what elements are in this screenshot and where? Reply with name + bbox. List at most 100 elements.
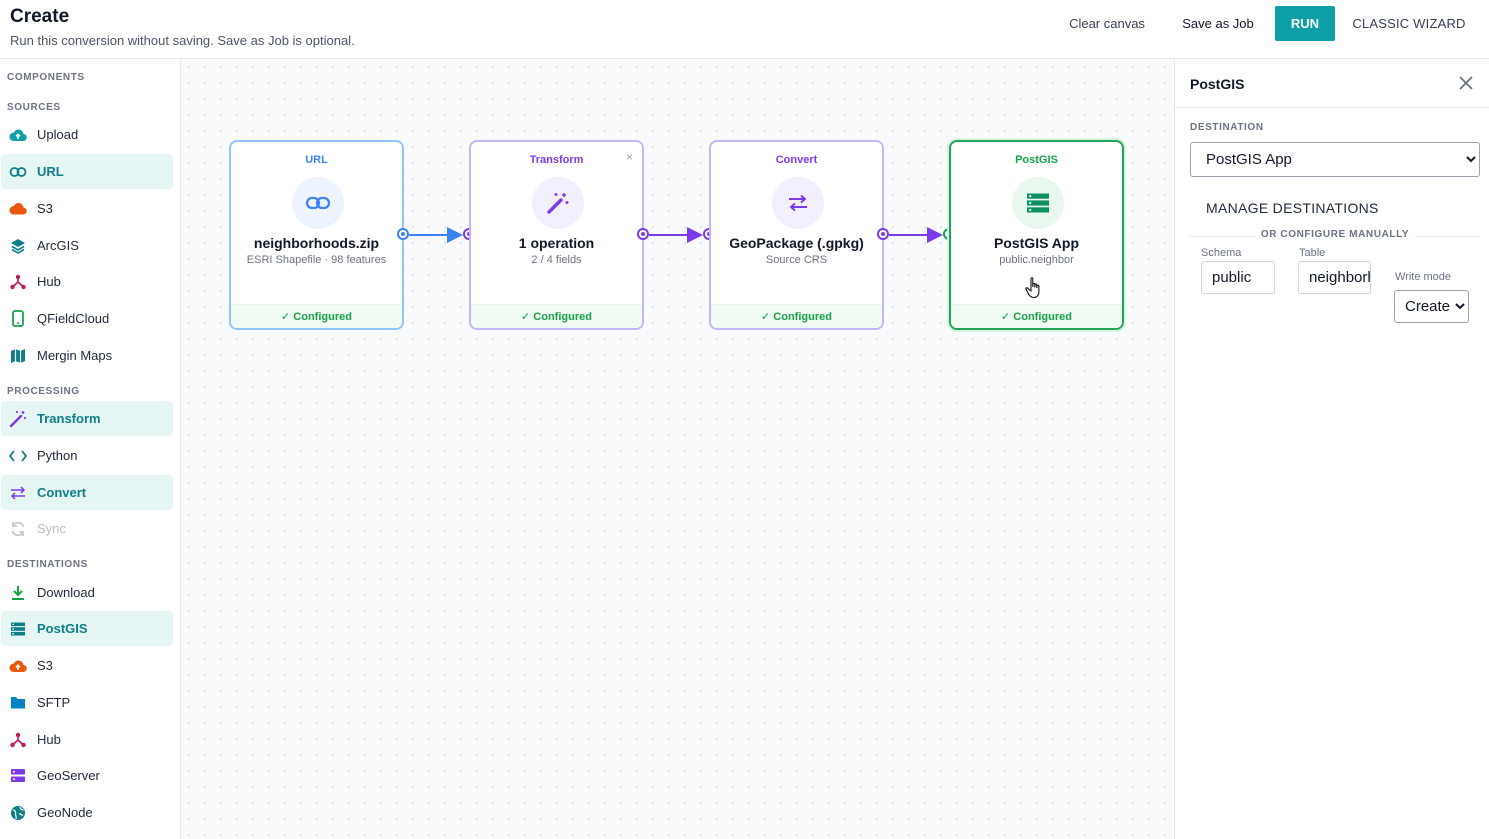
sidebar-item-s3-destination[interactable]: S3 — [1, 648, 173, 683]
sidebar-item-hub-destination[interactable]: Hub — [1, 722, 173, 757]
write-mode-label: Write mode — [1395, 271, 1452, 283]
cloud-upload-icon — [9, 657, 27, 675]
sources-heading: SOURCES — [7, 102, 61, 113]
table-input[interactable] — [1298, 261, 1371, 294]
node-kind: URL — [305, 154, 328, 166]
clear-canvas-button[interactable]: Clear canvas — [1058, 6, 1156, 41]
destinations-heading: DESTINATIONS — [7, 559, 88, 570]
sidebar-item-arcgis[interactable]: ArcGIS — [1, 228, 173, 263]
sidebar-item-label: SFTP — [37, 695, 71, 710]
manage-destinations-button[interactable]: MANAGE DESTINATIONS — [1206, 200, 1379, 216]
run-button[interactable]: RUN — [1275, 6, 1335, 41]
output-port[interactable] — [397, 228, 409, 240]
node-status: ✓ Configured — [711, 304, 882, 328]
node-config-panel: PostGIS DESTINATION PostGIS App MANAGE D… — [1174, 59, 1489, 839]
node-status: ✓ Configured — [951, 304, 1122, 328]
node-title: GeoPackage (.gpkg) — [729, 235, 864, 251]
pipeline-canvas[interactable]: URL neighborhoods.zip ESRI Shapefile · 9… — [181, 59, 1174, 839]
node-kind: PostGIS — [1015, 154, 1058, 166]
node-kind: Transform — [529, 154, 584, 166]
sidebar-item-label: Hub — [37, 732, 61, 747]
top-header: Create Run this conversion without savin… — [0, 0, 1489, 59]
destination-select[interactable]: PostGIS App — [1190, 142, 1480, 177]
sidebar-item-geoserver[interactable]: GeoServer — [1, 758, 173, 793]
hub-icon — [9, 731, 27, 749]
node-subtitle: Source CRS — [765, 254, 828, 266]
components-sidebar: COMPONENTS SOURCES Upload URL S3 ArcGIS … — [0, 59, 181, 839]
table-label: Table — [1299, 247, 1326, 259]
node-transform[interactable]: Transform × 1 operation 2 / 4 fields ✓ C… — [469, 140, 644, 330]
node-title: PostGIS App — [993, 235, 1080, 251]
configure-manually-heading: OR CONFIGURE MANUALLY — [1175, 229, 1489, 240]
output-port[interactable] — [877, 228, 889, 240]
sidebar-item-label: S3 — [37, 658, 53, 673]
node-subtitle: ESRI Shapefile · 98 features — [246, 254, 387, 266]
output-port[interactable] — [637, 228, 649, 240]
cloud-icon — [9, 200, 27, 218]
sidebar-item-url[interactable]: URL — [1, 154, 173, 189]
magic-wand-icon — [9, 410, 27, 428]
map-icon — [9, 347, 27, 365]
cloud-upload-icon — [9, 126, 27, 144]
sidebar-item-label: GeoServer — [37, 768, 100, 783]
layers-icon — [9, 237, 27, 255]
sidebar-item-python[interactable]: Python — [1, 438, 173, 473]
link-icon — [9, 163, 27, 181]
swap-icon — [772, 177, 824, 229]
panel-title: PostGIS — [1190, 76, 1245, 92]
sidebar-item-hub[interactable]: Hub — [1, 264, 173, 299]
page-subtitle: Run this conversion without saving. Save… — [10, 33, 355, 48]
destination-label: DESTINATION — [1190, 122, 1264, 133]
save-as-job-button[interactable]: Save as Job — [1170, 6, 1266, 41]
sidebar-item-label: PostGIS — [37, 621, 88, 636]
node-status: ✓ Configured — [471, 304, 642, 328]
node-title: neighborhoods.zip — [253, 235, 380, 251]
swap-icon — [9, 484, 27, 502]
node-subtitle: public.neighbor — [999, 254, 1074, 266]
hub-icon — [9, 273, 27, 291]
schema-input[interactable] — [1201, 261, 1275, 294]
sidebar-item-label: GeoNode — [37, 805, 93, 820]
sync-icon — [9, 520, 27, 538]
sidebar-item-s3[interactable]: S3 — [1, 191, 173, 226]
sidebar-item-geonode[interactable]: GeoNode — [1, 795, 173, 830]
sidebar-item-label: Transform — [37, 411, 101, 426]
sidebar-item-sftp[interactable]: SFTP — [1, 685, 173, 720]
sidebar-item-transform[interactable]: Transform — [1, 401, 173, 436]
link-icon — [292, 177, 344, 229]
sidebar-item-label: URL — [37, 164, 64, 179]
sidebar-item-postgis[interactable]: PostGIS — [1, 611, 173, 646]
sidebar-item-mergin-maps[interactable]: Mergin Maps — [1, 338, 173, 373]
page-title: Create — [10, 6, 70, 27]
sidebar-item-label: Mergin Maps — [37, 348, 113, 363]
sidebar-item-label: Sync — [37, 521, 66, 536]
database-icon — [9, 620, 27, 638]
sidebar-item-upload[interactable]: Upload — [1, 117, 173, 152]
sidebar-item-label: QFieldCloud — [37, 311, 110, 326]
sidebar-item-sync: Sync — [1, 511, 173, 546]
database-icon — [1012, 177, 1064, 229]
sidebar-item-convert[interactable]: Convert — [1, 475, 173, 510]
panel-divider — [1175, 107, 1489, 108]
globe-icon — [9, 804, 27, 822]
node-postgis-destination[interactable]: PostGIS PostGIS App public.neighbor ✓ Co… — [949, 140, 1124, 330]
close-icon[interactable]: × — [626, 150, 633, 164]
node-subtitle: 2 / 4 fields — [531, 254, 582, 266]
node-url-source[interactable]: URL neighborhoods.zip ESRI Shapefile · 9… — [229, 140, 404, 330]
sidebar-item-label: Convert — [37, 485, 87, 500]
sidebar-item-label: ArcGIS — [37, 238, 79, 253]
classic-wizard-button[interactable]: CLASSIC WIZARD — [1346, 6, 1472, 41]
close-icon[interactable] — [1456, 73, 1476, 93]
schema-label: Schema — [1201, 247, 1242, 259]
write-mode-select[interactable]: Create — [1394, 290, 1469, 323]
node-kind: Convert — [775, 154, 818, 166]
configure-manually-label: OR CONFIGURE MANUALLY — [1254, 229, 1416, 240]
sidebar-item-label: S3 — [37, 201, 53, 216]
sidebar-item-qfieldcloud[interactable]: QFieldCloud — [1, 301, 173, 336]
node-title: 1 operation — [518, 235, 595, 251]
sidebar-item-download[interactable]: Download — [1, 575, 173, 610]
folder-icon — [9, 694, 27, 712]
node-convert[interactable]: Convert GeoPackage (.gpkg) Source CRS ✓ … — [709, 140, 884, 330]
sidebar-item-label: Hub — [37, 274, 61, 289]
node-status: ✓ Configured — [231, 304, 402, 328]
